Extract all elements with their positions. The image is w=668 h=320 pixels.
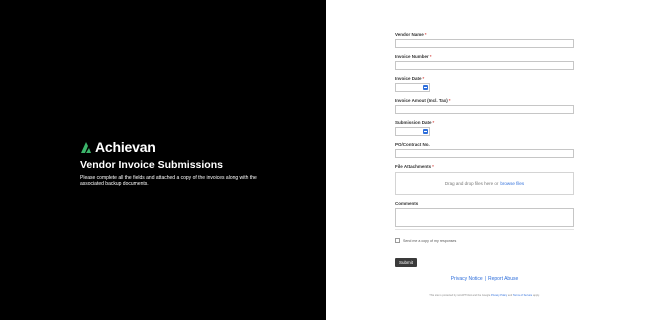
browse-files-link[interactable]: browse files (500, 181, 524, 186)
calendar-icon[interactable] (423, 85, 428, 90)
invoice-number-label: Invoice Number (395, 54, 429, 59)
privacy-notice-link[interactable]: Privacy Notice (451, 276, 483, 282)
recaptcha-apply: apply. (532, 294, 540, 297)
copy-responses-label[interactable]: Send me a copy of my responses (403, 239, 456, 243)
recaptcha-text: This site is protected by reCAPTCHA and … (429, 294, 491, 297)
calendar-icon[interactable] (423, 129, 428, 134)
page-title: Vendor Invoice Submissions (80, 159, 223, 171)
invoice-number-field: Invoice Number* (395, 54, 574, 70)
report-abuse-link[interactable]: Report Abuse (488, 276, 518, 282)
file-dropzone[interactable]: Drag and drop files here or browse files (395, 172, 574, 195)
divider (395, 229, 574, 230)
required-mark: * (448, 98, 451, 103)
submit-button[interactable]: Submit (395, 258, 417, 267)
recaptcha-and: and (507, 294, 513, 297)
dropzone-text: Drag and drop files here or (444, 181, 499, 186)
invoice-amount-label: Invoice Amout (Incl. Tax) (395, 98, 448, 103)
vendor-name-input[interactable] (395, 39, 574, 48)
invoice-amount-field: Invoice Amout (Incl. Tax)* (395, 98, 574, 114)
comments-label: Comments (395, 201, 419, 206)
submission-date-label: Submission Date (395, 120, 432, 125)
recaptcha-privacy-link[interactable]: Privacy Policy (491, 294, 507, 297)
submission-date-field: Submission Date* (395, 120, 574, 136)
file-attachments-field: File Attachments* Drag and drop files he… (395, 164, 574, 195)
required-mark: * (424, 32, 427, 37)
invoice-date-label: Invoice Date (395, 76, 422, 81)
vendor-name-label: Vendor Name (395, 32, 424, 37)
comments-textarea[interactable] (395, 208, 574, 227)
required-mark: * (422, 76, 425, 81)
submission-date-input[interactable] (395, 127, 430, 136)
po-contract-input[interactable] (395, 149, 574, 158)
required-mark: * (432, 120, 435, 125)
po-contract-field: PO/Contract No. (395, 142, 574, 158)
copy-responses-row: Send me a copy of my responses (395, 238, 456, 243)
achievan-logo-icon (81, 141, 91, 153)
brand-name: Achievan (95, 139, 156, 155)
page-description: Please complete all the fields and attac… (80, 175, 257, 187)
recaptcha-notice: This site is protected by reCAPTCHA and … (395, 294, 574, 297)
form-panel: Vendor Name* Invoice Number* Invoice Dat… (326, 0, 668, 320)
footer-separator: | (484, 276, 486, 282)
required-mark: * (429, 54, 432, 59)
po-contract-label: PO/Contract No. (395, 142, 430, 147)
invoice-number-input[interactable] (395, 61, 574, 70)
invoice-amount-input[interactable] (395, 105, 574, 114)
recaptcha-terms-link[interactable]: Terms of Service (513, 294, 532, 297)
footer-links: Privacy Notice | Report Abuse (395, 276, 574, 282)
hero-panel: Achievan Vendor Invoice Submissions Plea… (0, 0, 326, 320)
brand-logo: Achievan (80, 139, 156, 155)
required-mark: * (432, 164, 434, 169)
invoice-date-input[interactable] (395, 83, 430, 92)
invoice-date-field: Invoice Date* (395, 76, 574, 92)
copy-responses-checkbox[interactable] (395, 238, 400, 243)
file-attachments-label: File Attachments (395, 164, 432, 169)
comments-field: Comments (395, 201, 574, 230)
vendor-name-field: Vendor Name* (395, 32, 574, 48)
